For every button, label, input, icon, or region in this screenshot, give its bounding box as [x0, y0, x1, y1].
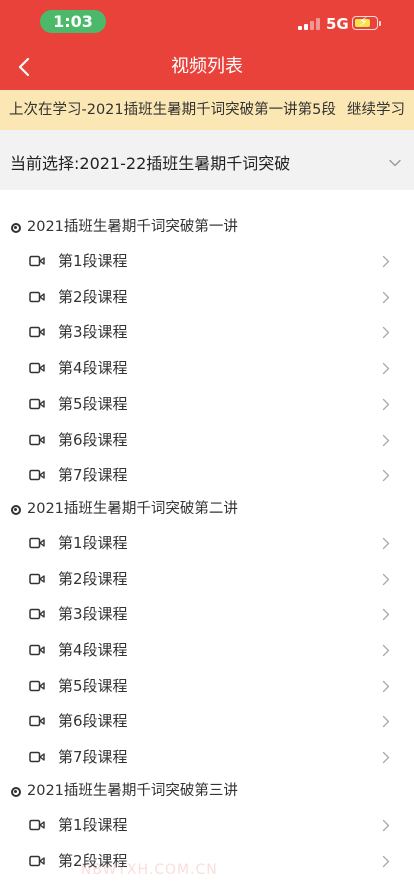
chevron-right-icon	[382, 609, 390, 621]
lesson-label: 第7段课程	[58, 466, 128, 485]
video-camera-icon	[29, 291, 45, 302]
page-title: 视频列表	[171, 56, 243, 77]
section-title: 2021插班生暑期千词突破第一讲	[27, 219, 238, 235]
chevron-right-icon	[382, 716, 390, 728]
chevron-right-icon	[382, 362, 390, 375]
status-bar: 1:03 5G ⚡	[0, 0, 414, 44]
lesson-label: 第6段课程	[58, 712, 128, 731]
video-camera-icon	[29, 680, 45, 691]
chevron-right-icon	[382, 751, 390, 764]
lesson-label: 第1段课程	[58, 533, 128, 552]
video-camera-icon	[29, 573, 45, 584]
battery-icon: ⚡	[352, 15, 381, 30]
section-title: 2021插班生暑期千词突破第三讲	[27, 782, 238, 799]
video-camera-icon	[29, 716, 45, 727]
chevron-right-icon	[382, 644, 390, 657]
lesson-label: 第4段课程	[58, 359, 128, 378]
current-selection-label: 当前选择:2021-22插班生暑期千词突破	[10, 154, 291, 173]
watermark: · NBWYXH.COM.CN	[70, 862, 218, 878]
lesson-label: 第2段课程	[58, 569, 128, 588]
video-camera-icon	[29, 855, 45, 866]
status-time: 1:03	[40, 10, 106, 33]
section-title: 2021插班生暑期千词突破第二讲	[27, 500, 238, 517]
lesson-label: 第7段课程	[58, 748, 128, 767]
nav-bar: 视频列表	[0, 44, 414, 90]
section-header: 2021插班生暑期千词突破第一讲	[0, 211, 414, 243]
lesson-label: 第6段课程	[58, 430, 128, 449]
lesson-item[interactable]: 第7段课程	[0, 739, 414, 775]
lesson-label: 第1段课程	[58, 252, 128, 270]
video-camera-icon	[29, 644, 45, 656]
network-type: 5G	[326, 15, 349, 33]
video-camera-icon	[29, 327, 45, 338]
chevron-right-icon	[382, 855, 390, 867]
continue-learning-button[interactable]: 继续学习	[347, 90, 405, 130]
lesson-label: 第5段课程	[58, 394, 128, 413]
chevron-right-icon	[382, 537, 390, 550]
bullet-icon	[11, 223, 21, 233]
lesson-item[interactable]: 第4段课程	[0, 350, 414, 386]
chevron-right-icon	[382, 680, 390, 692]
chevron-right-icon	[382, 434, 390, 446]
lesson-item[interactable]: 第2段课程	[0, 279, 414, 315]
lesson-label: 第5段课程	[58, 676, 128, 695]
video-camera-icon	[29, 362, 45, 374]
chevron-right-icon	[382, 291, 390, 303]
lesson-item[interactable]: 第1段课程	[0, 525, 414, 561]
chevron-right-icon	[382, 470, 390, 482]
section-header: 2021插班生暑期千词突破第三讲	[0, 775, 414, 807]
signal-icon	[298, 18, 320, 30]
lesson-item[interactable]: 第1段课程	[0, 243, 414, 279]
course-selector[interactable]: 当前选择:2021-22插班生暑期千词突破	[0, 138, 414, 190]
lesson-item[interactable]: 第3段课程	[0, 596, 414, 632]
lesson-label: 第4段课程	[58, 641, 128, 659]
divider	[0, 130, 414, 138]
lesson-label: 第1段课程	[58, 815, 128, 834]
video-camera-icon	[29, 255, 45, 267]
chevron-right-icon	[382, 573, 390, 585]
lesson-item[interactable]: 第1段课程	[0, 807, 414, 843]
bullet-icon	[11, 504, 21, 515]
resume-banner[interactable]: 上次在学习-2021插班生暑期千词突破第一讲第5段 继续学习	[0, 90, 414, 130]
bullet-icon	[11, 786, 21, 797]
lesson-label: 第3段课程	[58, 323, 128, 342]
chevron-right-icon	[382, 327, 390, 339]
chevron-down-icon	[389, 159, 401, 167]
last-studied-text: 上次在学习-2021插班生暑期千词突破第一讲第5段	[9, 102, 336, 118]
lesson-item[interactable]: 第6段课程	[0, 422, 414, 458]
lesson-label: 第2段课程	[58, 287, 128, 306]
chevron-right-icon	[382, 255, 390, 268]
video-camera-icon	[29, 609, 45, 620]
lesson-item[interactable]: 第4段课程	[0, 632, 414, 668]
section-header: 2021插班生暑期千词突破第二讲	[0, 493, 414, 525]
lesson-item[interactable]: 第2段课程	[0, 561, 414, 597]
lesson-item[interactable]: 第5段课程	[0, 668, 414, 704]
video-camera-icon	[29, 398, 45, 410]
lesson-item[interactable]: 第7段课程	[0, 457, 414, 493]
lesson-item[interactable]: 第3段课程	[0, 314, 414, 350]
video-camera-icon	[29, 469, 45, 481]
lesson-item[interactable]: 第6段课程	[0, 703, 414, 739]
video-camera-icon	[29, 751, 45, 763]
video-camera-icon	[29, 434, 45, 445]
lesson-label: 第3段课程	[58, 605, 128, 624]
video-camera-icon	[29, 537, 45, 549]
lesson-item[interactable]: 第5段课程	[0, 386, 414, 422]
video-camera-icon	[29, 819, 45, 831]
chevron-right-icon	[382, 819, 390, 831]
chevron-right-icon	[382, 398, 390, 410]
charging-bolt-icon: ⚡	[359, 15, 369, 30]
